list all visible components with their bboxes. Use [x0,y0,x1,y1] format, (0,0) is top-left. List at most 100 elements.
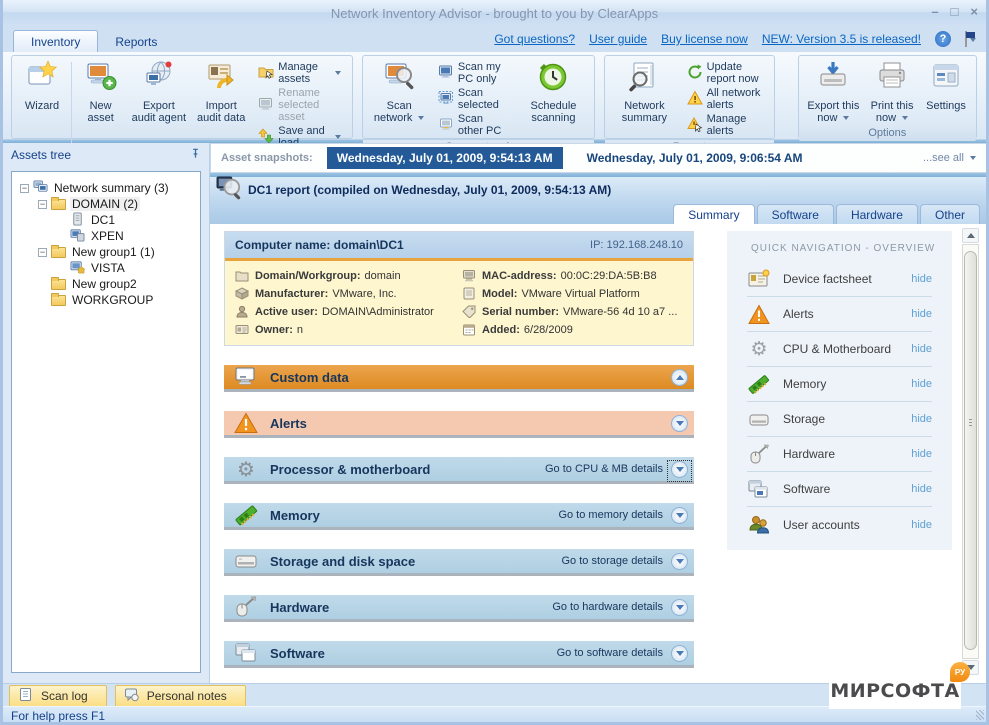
new-asset-button[interactable]: New asset [75,58,127,152]
device-factsheet-card: Computer name: domain\DC1 IP: 192.168.24… [224,231,694,346]
hide-link[interactable]: hide [911,273,932,285]
report-content: Computer name: domain\DC1 IP: 192.168.24… [210,224,986,683]
quick-nav-hardware[interactable]: Hardware hide [747,437,932,472]
tree-item-vista[interactable]: VISTA [14,260,198,276]
see-all-link[interactable]: ...see all [923,152,976,164]
expand-down-button[interactable] [671,553,688,570]
expand-down-button[interactable] [671,645,688,662]
network-icon [33,180,48,197]
expand-down-button[interactable] [671,507,688,524]
network-summary-button[interactable]: Network summary [609,58,679,140]
collapse-up-button[interactable] [671,369,688,386]
section-memory[interactable]: Memory Go to memory details [224,503,694,530]
monitor-gray-icon [258,96,274,115]
hide-link[interactable]: hide [911,378,932,390]
section-goto-link[interactable]: Go to software details [557,647,663,659]
ru-badge: РУ [950,662,970,682]
hide-link[interactable]: hide [911,308,932,320]
scan-network-icon [383,60,415,97]
hide-link[interactable]: hide [911,448,932,460]
link-new-version[interactable]: NEW: Version 3.5 is released! [762,32,921,46]
vertical-scrollbar[interactable] [962,228,979,675]
minimize-button[interactable]: – [931,4,938,20]
schedule-scanning-button[interactable]: Schedule scanning [517,58,591,140]
manage-assets-button[interactable]: Manage assets [255,60,344,86]
export-this-now-button[interactable]: Export this now [803,58,865,126]
tab-summary[interactable]: Summary [673,204,754,224]
quick-nav-cpu[interactable]: ⚙ CPU & Motherboard hide [747,332,932,367]
scroll-thumb[interactable] [964,251,977,650]
link-got-questions[interactable]: Got questions? [494,32,575,46]
help-icon[interactable]: ? [935,31,951,47]
manage-alerts-button[interactable]: Manage alerts [684,112,766,138]
wizard-button[interactable]: Wizard [16,58,68,152]
tab-hardware[interactable]: Hardware [836,204,918,224]
hide-link[interactable]: hide [911,343,932,355]
user-icon [235,305,249,318]
section-goto-link[interactable]: Go to storage details [561,555,663,567]
maximize-button[interactable]: □ [951,4,959,20]
app-window: Network Inventory Advisor - brought to y… [0,0,989,725]
section-goto-link[interactable]: Go to hardware details [552,601,663,613]
section-storage[interactable]: Storage and disk space Go to storage det… [224,549,694,576]
section-alerts[interactable]: Alerts [224,411,694,438]
hide-link[interactable]: hide [911,413,932,425]
update-report-button[interactable]: Update report now [684,60,766,86]
quick-nav-device-factsheet[interactable]: Device factsheet hide [747,262,932,297]
all-alerts-button[interactable]: All network alerts [684,86,766,112]
rename-asset-button[interactable]: Rename selected asset [255,86,344,124]
print-this-now-button[interactable]: Print this now [864,58,920,126]
close-button[interactable]: × [970,4,978,20]
section-goto-link[interactable]: Go to memory details [558,509,663,521]
link-buy-license[interactable]: Buy license now [661,32,748,46]
tab-personal-notes[interactable]: Personal notes [115,685,246,706]
export-audit-agent-button[interactable]: Export audit agent [127,58,191,152]
section-goto-link[interactable]: Go to CPU & MB details [545,463,663,475]
asset-snapshots-bar: Asset snapshots: Wednesday, July 01, 200… [210,143,986,173]
tree-item-new-group1[interactable]: − New group1 (1) [14,244,198,260]
quick-nav-software[interactable]: Software hide [747,472,932,507]
tree-item-xpen[interactable]: XPEN [14,228,198,244]
section-hardware[interactable]: Hardware Go to hardware details [224,595,694,622]
tree-item-domain[interactable]: − DOMAIN (2) [14,196,198,212]
tab-scan-log[interactable]: Scan log [9,685,107,706]
tab-reports[interactable]: Reports [98,31,174,52]
section-software[interactable]: Software Go to software details [224,641,694,668]
settings-button[interactable]: Settings [920,58,972,126]
hide-link[interactable]: hide [911,483,932,495]
tree-item-new-group2[interactable]: − New group2 [14,276,198,292]
tree-expander-icon[interactable]: − [20,184,29,193]
tree-expander-icon[interactable]: − [38,248,47,257]
section-processor[interactable]: ⚙ Processor & motherboard Go to CPU & MB… [224,457,694,484]
snapshot-selected[interactable]: Wednesday, July 01, 2009, 9:54:13 AM [327,147,563,169]
scan-my-pc-button[interactable]: Scan my PC only [435,60,513,86]
expand-down-button[interactable] [671,599,688,616]
scan-selected-button[interactable]: Scan selected [435,86,513,112]
import-audit-data-button[interactable]: Import audit data [191,58,251,152]
expand-down-button[interactable] [671,415,688,432]
tree-item-workgroup[interactable]: − WORKGROUP [14,292,198,308]
snapshot-item[interactable]: Wednesday, July 01, 2009, 9:06:54 AM [577,147,813,169]
quick-nav-alerts[interactable]: Alerts hide [747,297,932,332]
tree-item-dc1[interactable]: DC1 [14,212,198,228]
link-user-guide[interactable]: User guide [589,32,647,46]
language-selector[interactable] [965,32,976,46]
quick-nav-storage[interactable]: Storage hide [747,402,932,437]
scroll-up-button[interactable] [962,228,979,243]
quick-nav-memory[interactable]: Memory hide [747,367,932,402]
tree-item-network-summary[interactable]: − Network summary (3) [14,180,198,196]
scroll-track[interactable] [962,244,979,659]
scan-network-button[interactable]: Scan network [367,58,430,140]
pin-icon[interactable] [190,148,201,162]
tree-expander-icon[interactable]: − [38,200,47,209]
scan-other-pc-button[interactable]: Scan other PC [435,112,513,138]
software-icon [747,478,771,500]
resize-grip-icon[interactable] [976,710,984,720]
quick-nav-user-accounts[interactable]: User accounts hide [747,507,932,542]
hide-link[interactable]: hide [911,519,932,531]
section-custom-data[interactable]: Custom data [224,365,694,392]
tab-software[interactable]: Software [757,204,834,224]
section-title: Custom data [270,370,349,385]
tab-other[interactable]: Other [920,204,980,224]
tab-inventory[interactable]: Inventory [13,30,98,52]
